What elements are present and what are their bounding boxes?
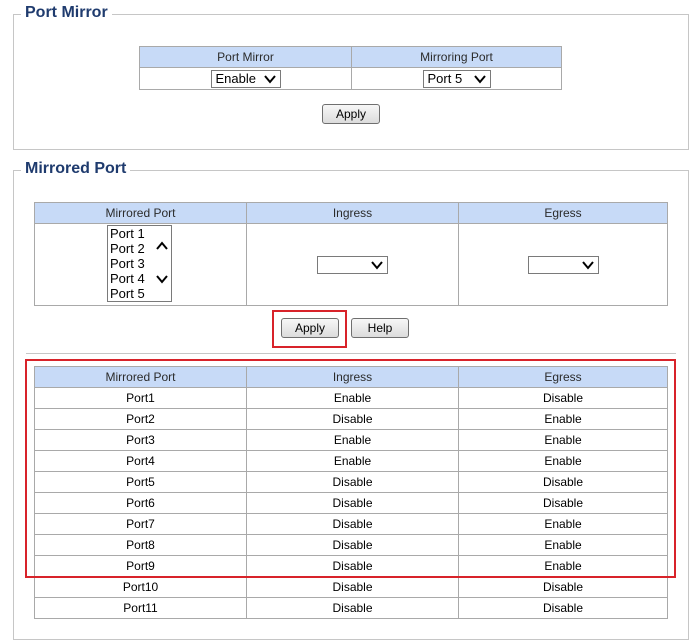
row-egress-cell: Enable	[458, 513, 668, 535]
status-col-mirrored-port: Mirrored Port	[34, 366, 247, 388]
row-ingress-cell: Disable	[246, 576, 459, 598]
port-mirror-select[interactable]: Enable	[210, 69, 281, 88]
row-egress-cell: Enable	[458, 555, 668, 577]
mirroring-port-select-value: Port 5	[427, 71, 463, 86]
row-ingress-cell: Disable	[246, 555, 459, 577]
table-row: Port7 Disable Enable	[34, 513, 668, 535]
row-ingress-cell: Disable	[246, 513, 459, 535]
ingress-select[interactable]	[317, 255, 388, 274]
ingress-cell	[246, 223, 459, 306]
table-row: Port5 Disable Disable	[34, 471, 668, 493]
row-port-cell: Port9	[34, 555, 247, 577]
listbox-scrollbar[interactable]	[154, 226, 170, 301]
table-row: Port10 Disable Disable	[34, 576, 668, 598]
row-ingress-cell: Enable	[246, 450, 459, 472]
mirrored-port-listbox[interactable]: Port 1 Port 2 Port 3 Port 4 Port 5	[107, 225, 172, 302]
row-port-cell: Port8	[34, 534, 247, 556]
row-port-cell: Port7	[34, 513, 247, 535]
row-port-cell: Port5	[34, 471, 247, 493]
row-ingress-cell: Disable	[246, 471, 459, 493]
row-port-cell: Port11	[34, 597, 247, 619]
row-ingress-cell: Disable	[246, 492, 459, 514]
table-row: Port2 Disable Enable	[34, 408, 668, 430]
row-egress-cell: Disable	[458, 576, 668, 598]
chevron-up-icon[interactable]	[155, 241, 169, 251]
chevron-down-icon	[263, 74, 276, 84]
table-row: Port6 Disable Disable	[34, 492, 668, 514]
row-egress-cell: Enable	[458, 408, 668, 430]
row-egress-cell: Enable	[458, 450, 668, 472]
status-col-ingress: Ingress	[246, 366, 459, 388]
row-ingress-cell: Enable	[246, 429, 459, 451]
port-mirror-cell: Enable	[139, 67, 352, 90]
row-port-cell: Port4	[34, 450, 247, 472]
col-ingress: Ingress	[246, 202, 459, 224]
table-row: Port9 Disable Enable	[34, 555, 668, 577]
row-ingress-cell: Disable	[246, 597, 459, 619]
egress-cell	[458, 223, 668, 306]
mirroring-port-cell: Port 5	[351, 67, 562, 90]
row-port-cell: Port10	[34, 576, 247, 598]
chevron-down-icon	[581, 260, 594, 270]
table-row: Port11 Disable Disable	[34, 597, 668, 619]
col-mirrored-port: Mirrored Port	[34, 202, 247, 224]
row-ingress-cell: Disable	[246, 534, 459, 556]
status-table-body: Port1 Enable Disable Port2 Disable Enable Port…	[34, 387, 668, 619]
port-mirror-apply-button[interactable]: Apply	[322, 104, 380, 124]
status-col-egress: Egress	[458, 366, 668, 388]
mirrored-port-apply-button[interactable]: Apply	[281, 318, 339, 338]
mirroring-port-select[interactable]: Port 5	[422, 69, 491, 88]
chevron-down-icon[interactable]	[155, 274, 169, 284]
col-port-mirror: Port Mirror	[139, 46, 352, 68]
port-mirror-select-value: Enable	[215, 71, 256, 86]
table-row: Port8 Disable Enable	[34, 534, 668, 556]
col-mirroring-port: Mirroring Port	[351, 46, 562, 68]
row-ingress-cell: Disable	[246, 408, 459, 430]
table-row: Port1 Enable Disable	[34, 387, 668, 409]
row-egress-cell: Disable	[458, 492, 668, 514]
row-port-cell: Port2	[34, 408, 247, 430]
table-row: Port4 Enable Enable	[34, 450, 668, 472]
chevron-down-icon	[371, 260, 383, 270]
col-egress: Egress	[458, 202, 668, 224]
row-egress-cell: Enable	[458, 534, 668, 556]
help-button[interactable]: Help	[351, 318, 409, 338]
mirrored-port-title: Mirrored Port	[21, 160, 131, 178]
row-port-cell: Port3	[34, 429, 247, 451]
row-egress-cell: Disable	[458, 597, 668, 619]
section-divider	[26, 353, 676, 354]
row-port-cell: Port6	[34, 492, 247, 514]
mirrored-port-status-table: Mirrored Port Ingress Egress Port1 Enable…	[34, 366, 668, 619]
row-egress-cell: Enable	[458, 429, 668, 451]
chevron-down-icon	[473, 74, 486, 84]
port-mirror-table: Port Mirror Mirroring Port Enable Port 5	[139, 46, 562, 90]
egress-select[interactable]	[527, 255, 599, 274]
table-row: Port3 Enable Enable	[34, 429, 668, 451]
row-port-cell: Port1	[34, 387, 247, 409]
row-egress-cell: Disable	[458, 471, 668, 493]
port-mirror-title: Port Mirror	[21, 4, 112, 22]
row-ingress-cell: Enable	[246, 387, 459, 409]
row-egress-cell: Disable	[458, 387, 668, 409]
